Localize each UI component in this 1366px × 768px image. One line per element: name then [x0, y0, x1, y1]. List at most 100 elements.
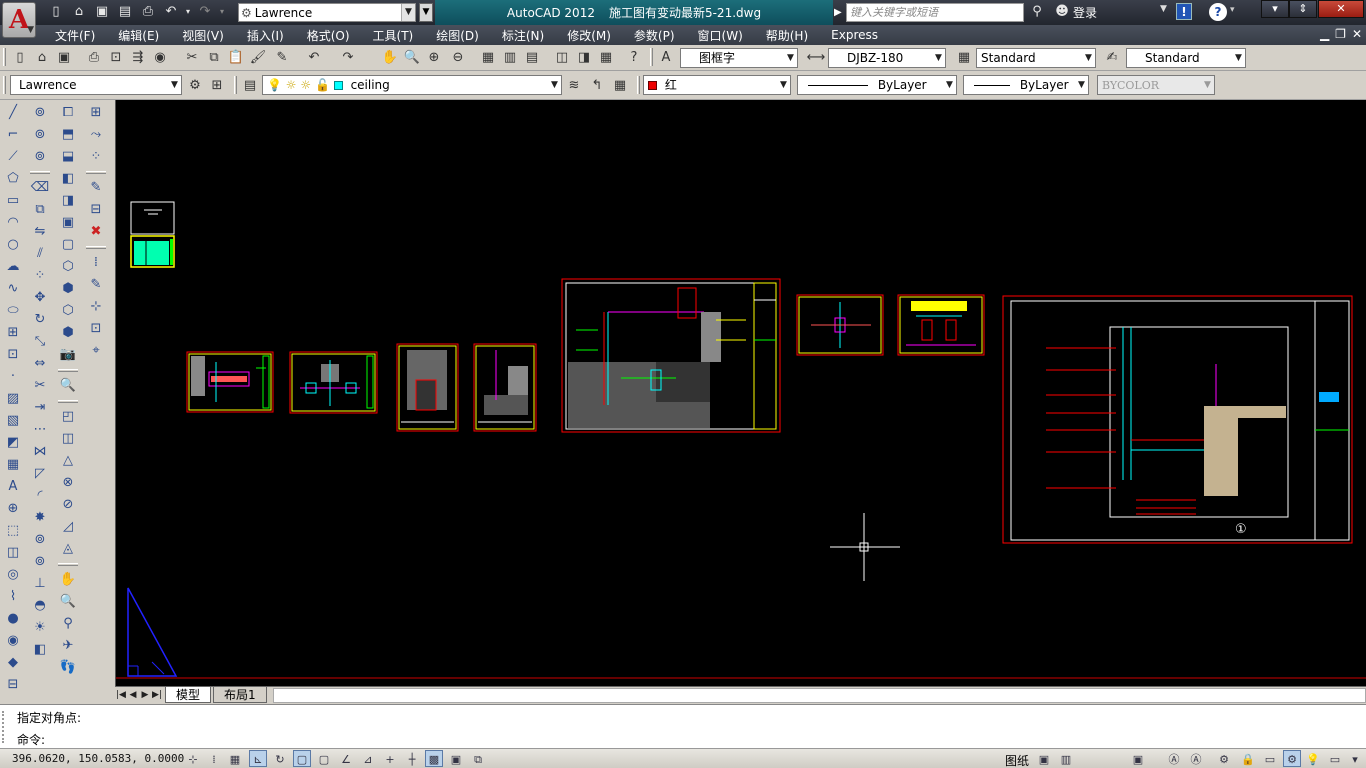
workspace-toolbar-select[interactable]: Lawrence ▼ — [10, 75, 182, 95]
print-icon[interactable]: ⎙ — [138, 3, 158, 21]
linetype-select[interactable]: ByLayer ▼ — [797, 75, 957, 95]
doc-minimize-icon[interactable]: ▁ — [1320, 27, 1329, 41]
minimize-button[interactable]: ▾ — [1261, 0, 1289, 18]
sheet-set-icon[interactable]: ◫ — [552, 48, 572, 68]
fillet-icon[interactable]: ◜ — [28, 485, 52, 507]
workspace-switching-icon[interactable]: ⚙ — [1215, 750, 1233, 767]
command-input[interactable]: 命令: — [17, 731, 45, 748]
point-icon[interactable]: · — [1, 366, 25, 388]
top-view-icon[interactable]: ⬒ — [56, 124, 80, 146]
ortho-mode-icon[interactable]: ⊾ — [249, 750, 267, 767]
join-icon[interactable]: ⋈ — [28, 441, 52, 463]
orbit-3d-icon[interactable]: ⊚ — [28, 529, 52, 551]
new-icon[interactable]: ▯ — [10, 48, 30, 68]
light-bulb-icon[interactable]: 💡 — [1304, 750, 1322, 767]
solid-icon[interactable]: ◆ — [1, 652, 25, 674]
array-icon[interactable]: ⁘ — [28, 265, 52, 287]
zoom-window-icon[interactable]: ⊕ — [424, 48, 444, 68]
donut-icon[interactable]: ◎ — [1, 564, 25, 586]
undo-dropdown-icon[interactable]: ▾ — [184, 3, 192, 21]
helix-icon[interactable]: ⌇ — [1, 586, 25, 608]
stretch-icon[interactable]: ⇔ — [28, 353, 52, 375]
open-icon[interactable]: ⌂ — [69, 3, 89, 21]
menu-view[interactable]: 视图(V) — [182, 27, 224, 44]
toolbar-grip[interactable] — [650, 48, 653, 66]
zoom-icon[interactable]: 🔍 — [56, 375, 80, 397]
coordinate-display[interactable]: 396.0620, 150.0583, 0.0000 — [12, 752, 184, 765]
clean-screen-icon[interactable]: ▾ — [1346, 750, 1364, 767]
transparency-icon[interactable]: ▩ — [425, 750, 443, 767]
search-expand-icon[interactable]: ▶ — [834, 4, 844, 21]
annotation-visibility-icon[interactable]: Ⓐ — [1165, 750, 1183, 767]
menu-express[interactable]: Express — [831, 28, 878, 42]
object-snap-icon[interactable]: ▢ — [293, 750, 311, 767]
quick-view-layouts-icon[interactable]: ▣ — [1035, 750, 1053, 767]
pan-icon[interactable]: ✋ — [380, 48, 400, 68]
polygon-icon[interactable]: ⬠ — [1, 168, 25, 190]
cone-icon[interactable]: △ — [56, 450, 80, 472]
last-tab-icon[interactable]: ▶| — [151, 688, 163, 702]
boundary-icon[interactable]: ⬚ — [1, 520, 25, 542]
zoom-realtime-icon[interactable]: 🔍 — [402, 48, 422, 68]
new-icon[interactable]: ▯ — [46, 3, 66, 21]
orbit-icon[interactable]: ⊚ — [28, 102, 52, 124]
pyramid-icon[interactable]: ◬ — [56, 538, 80, 560]
menu-dimension[interactable]: 标注(N) — [502, 27, 544, 44]
first-tab-icon[interactable]: |◀ — [115, 688, 127, 702]
infer-constraints-icon[interactable]: ⊹ — [184, 750, 202, 767]
render-icon[interactable]: ◓ — [28, 595, 52, 617]
next-tab-icon[interactable]: ▶ — [139, 688, 151, 702]
text-style-icon[interactable]: A — [656, 48, 676, 68]
scale-icon[interactable]: ⤡ — [28, 331, 52, 353]
region-icon[interactable]: ◩ — [1, 432, 25, 454]
undo-icon[interactable]: ↶ — [304, 48, 324, 68]
layer-previous-icon[interactable]: ↰ — [587, 76, 607, 96]
gradient-icon[interactable]: ▧ — [1, 410, 25, 432]
multileader-style-select[interactable]: Standard ▼ — [1126, 48, 1246, 68]
design-center-icon[interactable]: ▥ — [500, 48, 520, 68]
dynamic-input-icon[interactable]: + — [381, 750, 399, 767]
spline-icon[interactable]: ∿ — [1, 278, 25, 300]
rectangle-icon[interactable]: ▭ — [1, 190, 25, 212]
lineweight-select[interactable]: ByLayer ▼ — [963, 75, 1089, 95]
se-iso-icon[interactable]: ⬢ — [56, 278, 80, 300]
layer-select[interactable]: 💡 ☼ ☼ 🔓 ceiling ▼ — [262, 75, 562, 95]
wipeout-icon[interactable]: ◫ — [1, 542, 25, 564]
revcloud-icon[interactable]: ☁ — [1, 256, 25, 278]
toolbar-grip[interactable] — [3, 76, 6, 94]
prev-tab-icon[interactable]: ◀ — [127, 688, 139, 702]
lock-ui-icon[interactable]: 🔒 — [1239, 750, 1257, 767]
multileader-style-icon[interactable]: ✍ — [1102, 48, 1122, 68]
search-input[interactable]: 键入关键字或短语 — [846, 3, 1024, 22]
workspace-switch-icon[interactable]: ⊞ — [207, 76, 227, 96]
help-dropdown-icon[interactable]: ▾ — [1230, 5, 1235, 15]
menu-insert[interactable]: 插入(I) — [247, 27, 284, 44]
menu-file[interactable]: 文件(F) — [55, 27, 95, 44]
toolbar-grip[interactable] — [234, 76, 237, 94]
grid-display-icon[interactable]: ▦ — [226, 750, 244, 767]
polyline-icon[interactable]: ⌐ — [1, 124, 25, 146]
torus-icon[interactable]: ⊘ — [56, 494, 80, 516]
workspace-settings-icon[interactable]: ⚙ — [185, 76, 205, 96]
hardware-accel-icon[interactable]: ▭ — [1261, 750, 1279, 767]
table-style-select[interactable]: Standard ▼ — [976, 48, 1096, 68]
mtext-icon[interactable]: A — [1, 476, 25, 498]
camera-icon[interactable]: 📷 — [56, 344, 80, 366]
add-selected-icon[interactable]: ⊕ — [1, 498, 25, 520]
nw-iso-icon[interactable]: ⬢ — [56, 322, 80, 344]
layer-states-icon[interactable]: ▦ — [610, 76, 630, 96]
erase-icon[interactable]: ⌫ — [28, 177, 52, 199]
color-select[interactable]: 红 ▼ — [643, 75, 791, 95]
line-icon[interactable]: ╱ — [1, 102, 25, 124]
menu-draw[interactable]: 绘图(D) — [436, 27, 479, 44]
dim-style-icon[interactable]: ⟷ — [806, 48, 826, 68]
footsteps-icon[interactable]: 👣 — [56, 657, 80, 679]
dim-style-select[interactable]: DJBZ-180 ▼ — [828, 48, 946, 68]
plot-icon[interactable]: ⎙ — [84, 48, 104, 68]
menu-edit[interactable]: 编辑(E) — [118, 27, 159, 44]
pan-hand-icon[interactable]: ✋ — [56, 569, 80, 591]
copy-object-icon[interactable]: ⧉ — [28, 199, 52, 221]
bottom-view-icon[interactable]: ⬓ — [56, 146, 80, 168]
plotstyle-select[interactable]: BYCOLOR ▼ — [1097, 75, 1215, 95]
tab-model[interactable]: 模型 — [165, 687, 212, 703]
